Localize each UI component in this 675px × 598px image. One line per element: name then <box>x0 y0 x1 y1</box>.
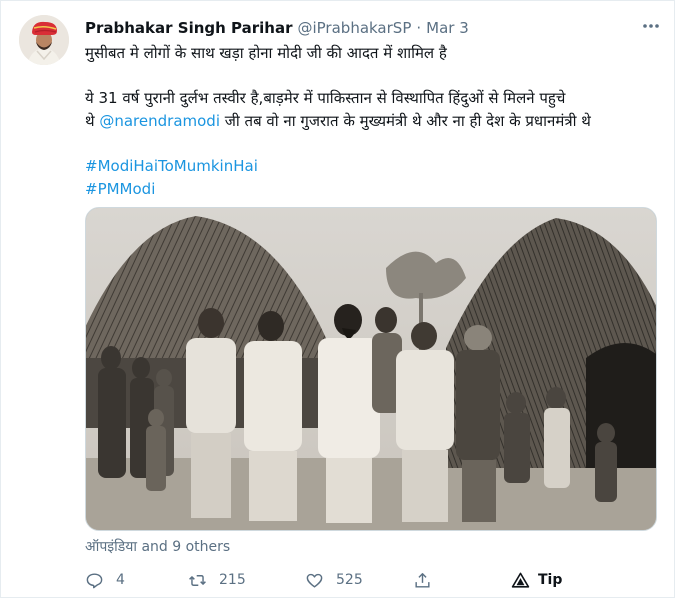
author-handle[interactable]: @iPrabhakarSP <box>297 19 411 37</box>
retweet-count: 215 <box>219 572 246 588</box>
tweet-text-line: मुसीबत मे लोगों के साथ खड़ा होना मोदी जी… <box>85 44 447 62</box>
tweet-header: Prabhakar Singh Parihar @iPrabhakarSP · … <box>85 17 660 39</box>
more-icon[interactable] <box>640 17 662 35</box>
tweet-text-suffix: जी तब वो ना गुजरात के मुख्यमंत्री थे और … <box>220 112 591 130</box>
avatar[interactable] <box>19 15 69 65</box>
tagged-users[interactable]: ऑपइंडिया and 9 others <box>85 537 230 556</box>
like-button[interactable]: 525 <box>305 571 413 590</box>
tweet-photo[interactable] <box>85 207 657 531</box>
tweet-text: मुसीबत मे लोगों के साथ खड़ा होना मोदी जी… <box>85 42 662 201</box>
share-button[interactable] <box>413 571 511 590</box>
tip-label: Tip <box>538 572 563 588</box>
reply-icon <box>86 572 103 588</box>
like-count: 525 <box>336 572 363 588</box>
action-bar: 4 215 525 Tip <box>85 568 645 592</box>
tagged-users-label[interactable]: ऑपइंडिया and 9 others <box>85 537 230 556</box>
author-name[interactable]: Prabhakar Singh Parihar <box>85 19 292 37</box>
tweet-card[interactable]: Prabhakar Singh Parihar @iPrabhakarSP · … <box>0 0 675 598</box>
hashtag-link[interactable]: #PMModi <box>85 178 662 201</box>
tip-button[interactable]: Tip <box>511 571 562 590</box>
hashtag-link[interactable]: #ModiHaiToMumkinHai <box>85 155 662 178</box>
tweet-text-line: ये 31 वर्ष पुरानी दुर्लभ तस्वीर है,बाड़म… <box>85 89 566 107</box>
reply-button[interactable]: 4 <box>85 571 188 590</box>
like-icon <box>306 573 323 588</box>
retweet-icon <box>189 574 206 586</box>
tweet-text-prefix: थे <box>85 112 100 130</box>
tweet-date[interactable]: Mar 3 <box>426 19 469 37</box>
mention-link[interactable]: @narendramodi <box>99 112 220 130</box>
share-icon <box>415 572 430 588</box>
retweet-button[interactable]: 215 <box>188 571 305 590</box>
tip-icon <box>511 572 530 588</box>
tweet-text-line: थे @narendramodi जी तब वो ना गुजरात के म… <box>85 110 662 133</box>
separator: · <box>416 19 422 37</box>
reply-count: 4 <box>116 572 125 588</box>
